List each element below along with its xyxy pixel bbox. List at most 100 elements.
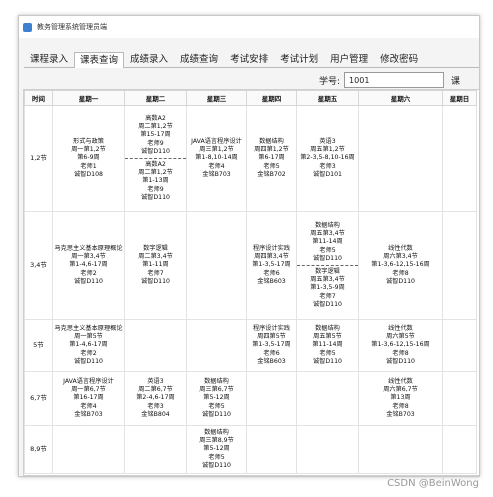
course-line: 数据结构 xyxy=(315,221,340,229)
column-header: 星期五 xyxy=(296,90,359,106)
course-entry: 线性代数 周六第5节 第1-3,6-12,15-16周 老师8 诚智D110 xyxy=(359,325,442,366)
schedule-row: 5节 马克思主义基本原理概论 周一第5节 第1-4,6-17周 老师2 诚智D110 程序设… xyxy=(24,319,477,372)
course-line: 金铭B702 xyxy=(257,170,286,178)
schedule-cell[interactable] xyxy=(442,371,477,426)
schedule-cell[interactable]: 数据结构 周五第3,4节 第11-14周 老师5 诚智D110 数字逻辑 周五第3,4节 第1… xyxy=(296,211,359,320)
student-id-label: 学号: xyxy=(319,76,341,87)
course-line: 诚智D110 xyxy=(386,357,415,365)
course-line: 第11-14周 xyxy=(312,341,343,349)
time-slot-cell: 3,4节 xyxy=(24,211,53,320)
schedule-cell[interactable] xyxy=(442,425,477,474)
tab-4[interactable]: 考试安排 xyxy=(224,51,274,67)
schedule-cell[interactable] xyxy=(296,371,359,426)
tab-0[interactable]: 课程录入 xyxy=(24,51,74,67)
column-header: 时间 xyxy=(24,90,53,106)
schedule-cell[interactable]: JAVA语言程序设计 周一第6,7节 第16-17周 老师4 金铭B703 xyxy=(52,371,125,426)
course-line: 老师7 xyxy=(319,292,336,300)
tab-bar: 课程录入 课表查询 成绩录入 成绩查询 考试安排 考试计划 用户管理 修改密码 xyxy=(24,51,479,68)
schedule-cell[interactable] xyxy=(186,319,247,372)
course-line: 第1-3,5-17周 xyxy=(252,261,291,269)
schedule-table: 时间 星期一 星期二 星期三 星期四 星期五 星期六 星期日 1,2节 形式与政策 周一第1,2节… xyxy=(24,90,477,474)
course-entry: 数字逻辑 周五第3,4节 第1-3,5-9周 老师7 诚智D110 xyxy=(297,265,358,309)
schedule-cell[interactable] xyxy=(246,371,297,426)
schedule-cell[interactable]: 线性代数 周六第3,4节 第1-3,6-12,15-16周 老师8 诚智D110 xyxy=(358,211,443,320)
schedule-cell[interactable]: 形式与政策 周一第1,2节 第6-9周 老师1 诚智D108 xyxy=(52,105,125,212)
column-header: 星期一 xyxy=(52,90,125,106)
schedule-cell[interactable]: 数据结构 周五第5节 第11-14周 老师5 诚智D110 xyxy=(296,319,359,372)
course-entry: 数据结构 周三第6,7节 第5-12周 老师5 诚智D110 xyxy=(187,378,246,419)
course-entry: 形式与政策 周一第1,2节 第6-9周 老师1 诚智D108 xyxy=(53,138,124,179)
course-line: 诚智D110 xyxy=(141,147,170,155)
schedule-cell[interactable] xyxy=(442,319,477,372)
course-line: 诚智D110 xyxy=(386,277,415,285)
course-entry: 高数A2 周二第1,2节 第15-17周 老师9 诚智D110 xyxy=(125,115,186,156)
course-line: 老师9 xyxy=(147,185,164,193)
course-line: JAVA语言程序设计 xyxy=(191,137,242,145)
course-line: 老师8 xyxy=(392,349,409,357)
course-line: 数字逻辑 xyxy=(315,268,340,275)
course-line: 数据结构 xyxy=(315,324,340,332)
course-line: 高数A2 xyxy=(145,161,166,168)
schedule-cell[interactable]: 线性代数 周六第5节 第1-3,6-12,15-16周 老师8 诚智D110 xyxy=(358,319,443,372)
course-line: 老师7 xyxy=(147,269,164,277)
course-line: 金铭B703 xyxy=(386,410,415,418)
schedule-cell[interactable]: 程序设计实践 周四第3,4节 第1-3,5-17周 老师6 金铭B603 xyxy=(246,211,297,320)
tab-1[interactable]: 课表查询 xyxy=(74,52,125,68)
watermark: CSDN @BeinWong xyxy=(387,478,479,489)
course-line: 第1-3,6-12,15-16周 xyxy=(371,261,430,269)
tab-2[interactable]: 成绩录入 xyxy=(124,51,174,67)
schedule-cell[interactable] xyxy=(358,105,443,212)
schedule-cell[interactable]: 马克思主义基本原理概论 周一第3,4节 第1-4,6-17周 老师2 诚智D110 xyxy=(52,211,125,320)
schedule-cell[interactable] xyxy=(296,425,359,474)
schedule-cell[interactable]: 英语3 周五第1,2节 第2-3,5-8,10-16周 老师3 诚智D101 xyxy=(296,105,359,212)
schedule-cell[interactable] xyxy=(442,105,477,212)
schedule-cell[interactable]: 线性代数 周六第6,7节 第13周 老师8 金铭B703 xyxy=(358,371,443,426)
schedule-cell[interactable] xyxy=(52,425,125,474)
course-line: 第6-17周 xyxy=(258,154,285,162)
course-line: 金铭B703 xyxy=(202,170,231,178)
course-line: 线性代数 xyxy=(388,244,413,252)
course-entry: 马克思主义基本原理概论 周一第5节 第1-4,6-17周 老师2 诚智D110 xyxy=(53,325,124,366)
student-id-input[interactable]: 1001 xyxy=(344,72,445,88)
tab-3[interactable]: 成绩查询 xyxy=(174,51,224,67)
course-entry: 数字逻辑 周二第3,4节 第1-11周 老师7 诚智D110 xyxy=(125,245,186,286)
schedule-cell[interactable] xyxy=(442,211,477,320)
time-slot-cell: 6,7节 xyxy=(24,371,53,426)
schedule-cell[interactable]: 程序设计实践 周四第5节 第1-3,5-17周 老师6 金铭B603 xyxy=(246,319,297,372)
course-line: 老师3 xyxy=(319,162,336,170)
schedule-cell[interactable]: 数据结构 周三第8,9节 第5-12周 老师5 诚智D110 xyxy=(186,425,247,474)
header-row: 时间 星期一 星期二 星期三 星期四 星期五 星期六 星期日 xyxy=(24,90,477,106)
course-line: 老师9 xyxy=(147,139,164,147)
tab-7[interactable]: 修改密码 xyxy=(374,51,424,67)
course-line: 诚智D110 xyxy=(141,277,170,285)
schedule-cell[interactable]: 数字逻辑 周二第3,4节 第1-11周 老师7 诚智D110 xyxy=(124,211,187,320)
schedule-cell[interactable]: 英语3 周二第6,7节 第2-4,6-17周 老师3 金铭B804 xyxy=(124,371,187,426)
course-line: 金铭B804 xyxy=(141,410,170,418)
schedule-cell[interactable] xyxy=(186,211,247,320)
course-line: 英语3 xyxy=(319,137,336,145)
course-entry: 英语3 周五第1,2节 第2-3,5-8,10-16周 老师3 诚智D101 xyxy=(297,138,358,179)
course-line: 高数A2 xyxy=(145,114,166,122)
schedule-grid[interactable]: 时间 星期一 星期二 星期三 星期四 星期五 星期六 星期日 1,2节 形式与政策 周一第1,2节… xyxy=(23,89,479,476)
course-line: 老师2 xyxy=(80,349,97,357)
tab-6[interactable]: 用户管理 xyxy=(324,51,374,67)
course-line: 数据结构 xyxy=(204,377,229,385)
course-line: 老师3 xyxy=(147,402,164,410)
course-line: 诚智D110 xyxy=(202,461,231,469)
schedule-cell[interactable] xyxy=(124,425,187,474)
course-line: 老师8 xyxy=(392,269,409,277)
schedule-cell[interactable]: 高数A2 周二第1,2节 第15-17周 老师9 诚智D110 高数A2 周二第1,2节 第1… xyxy=(124,105,187,212)
schedule-cell[interactable] xyxy=(246,425,297,474)
schedule-row: 3,4节 马克思主义基本原理概论 周一第3,4节 第1-4,6-17周 老师2 诚智D11… xyxy=(24,211,477,320)
schedule-cell[interactable]: JAVA语言程序设计 周三第1,2节 第1-8,10-14周 老师4 金铭B703 xyxy=(186,105,247,212)
schedule-cell[interactable]: 数据结构 周三第6,7节 第5-12周 老师5 诚智D110 xyxy=(186,371,247,426)
schedule-cell[interactable] xyxy=(358,425,443,474)
schedule-cell[interactable]: 马克思主义基本原理概论 周一第5节 第1-4,6-17周 老师2 诚智D110 xyxy=(52,319,125,372)
query-button[interactable]: 课 xyxy=(451,74,460,87)
course-line: 第1-13周 xyxy=(142,177,169,185)
schedule-cell[interactable]: 数据结构 周四第1,2节 第6-17周 老师5 金铭B702 xyxy=(246,105,297,212)
tab-5[interactable]: 考试计划 xyxy=(274,51,324,67)
course-line: 老师6 xyxy=(263,349,280,357)
schedule-cell[interactable] xyxy=(124,319,187,372)
course-line: 第1-3,5-9周 xyxy=(310,284,345,292)
